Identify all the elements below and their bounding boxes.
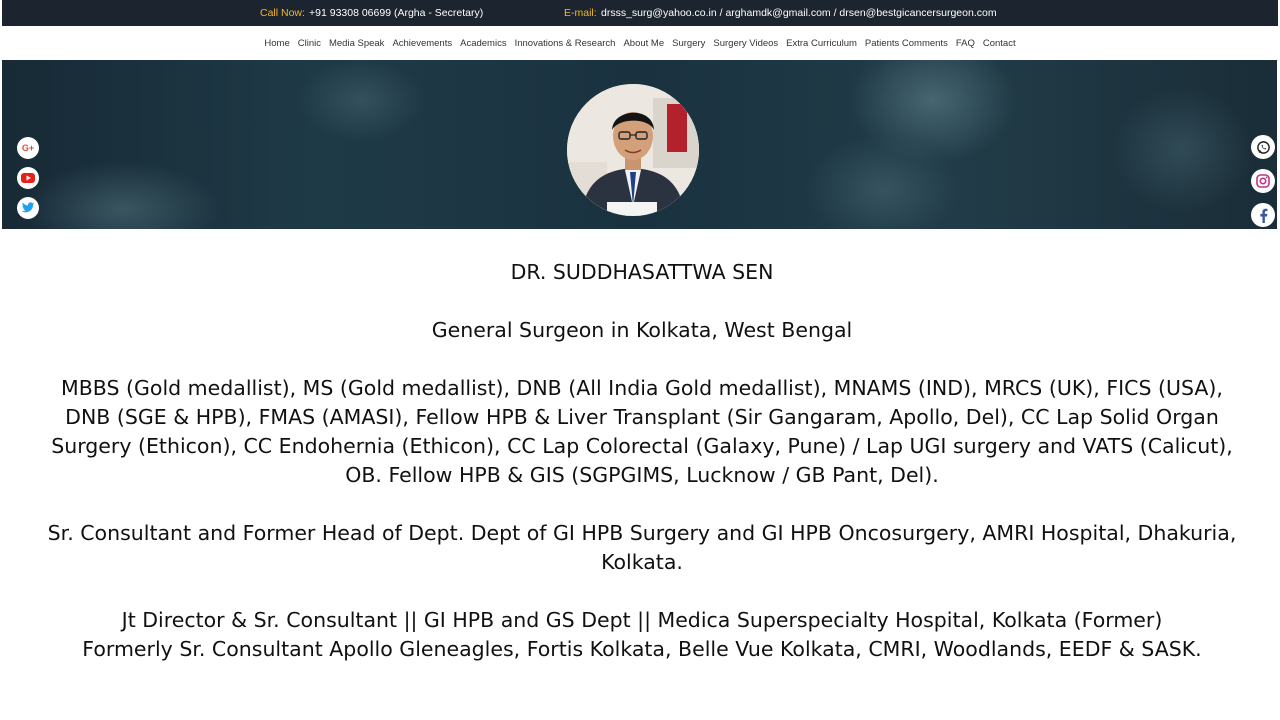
profile-photo-illustration xyxy=(567,84,699,216)
nav-academics[interactable]: Academics xyxy=(460,38,506,49)
nav-media-speak[interactable]: Media Speak xyxy=(329,38,384,49)
twitter-icon[interactable] xyxy=(17,197,39,219)
call-now-label: Call Now: xyxy=(260,7,305,19)
top-contact-bar: Call Now: +91 93308 06699 (Argha - Secre… xyxy=(2,0,1278,26)
nav-achievements[interactable]: Achievements xyxy=(392,38,452,49)
facebook-icon[interactable] xyxy=(1251,203,1275,227)
whatsapp-icon[interactable] xyxy=(1251,135,1275,159)
phone-number-link[interactable]: +91 93308 06699 (Argha - Secretary) xyxy=(309,7,483,19)
main-navigation: Home Clinic Media Speak Achievements Aca… xyxy=(2,26,1278,61)
current-position: Sr. Consultant and Former Head of Dept. … xyxy=(47,521,1237,574)
nav-contact[interactable]: Contact xyxy=(983,38,1016,49)
former-position-line-1: Jt Director & Sr. Consultant || GI HPB a… xyxy=(121,608,1163,632)
nav-faq[interactable]: FAQ xyxy=(956,38,975,49)
nav-innovations-research[interactable]: Innovations & Research xyxy=(515,38,616,49)
nav-about-me[interactable]: About Me xyxy=(623,38,664,49)
nav-home[interactable]: Home xyxy=(264,38,289,49)
doctor-profile-text: DR. SUDDHASATTWA SEN General Surgeon in … xyxy=(40,258,1244,664)
email-label: E-mail: xyxy=(564,7,597,19)
doctor-name: DR. SUDDHASATTWA SEN xyxy=(510,260,774,284)
doctor-role: General Surgeon in Kolkata, West Bengal xyxy=(431,318,853,342)
nav-patients-comments[interactable]: Patients Comments xyxy=(865,38,948,49)
email-addresses-link[interactable]: drsss_surg@yahoo.co.in / arghamdk@gmail.… xyxy=(601,7,997,19)
google-plus-icon[interactable]: G+ xyxy=(17,137,39,159)
former-positions: Jt Director & Sr. Consultant || GI HPB a… xyxy=(40,606,1244,664)
nav-clinic[interactable]: Clinic xyxy=(298,38,321,49)
nav-extra-curriculum[interactable]: Extra Curriculum xyxy=(786,38,857,49)
youtube-icon[interactable] xyxy=(17,167,39,189)
doctor-profile-photo xyxy=(567,84,699,216)
doctor-qualifications: MBBS (Gold medallist), MS (Gold medallis… xyxy=(51,376,1233,487)
former-position-line-2: Formerly Sr. Consultant Apollo Gleneagle… xyxy=(82,637,1202,661)
nav-surgery[interactable]: Surgery xyxy=(672,38,705,49)
instagram-icon[interactable] xyxy=(1251,169,1275,193)
hero-banner xyxy=(2,60,1277,229)
nav-surgery-videos[interactable]: Surgery Videos xyxy=(713,38,778,49)
